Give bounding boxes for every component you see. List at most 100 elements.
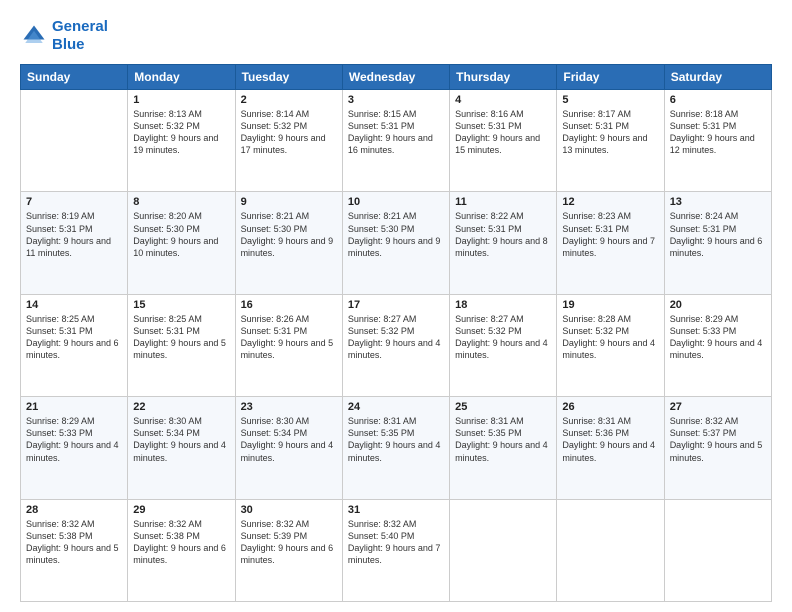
calendar-cell: 5 Sunrise: 8:17 AMSunset: 5:31 PMDaylight… — [557, 90, 664, 192]
cell-info: Sunrise: 8:17 AMSunset: 5:31 PMDaylight:… — [562, 108, 658, 157]
calendar-cell: 17Sunrise: 8:27 AMSunset: 5:32 PMDayligh… — [342, 294, 449, 396]
cell-info: Sunrise: 8:31 AMSunset: 5:35 PMDaylight:… — [455, 415, 551, 464]
calendar-cell: 9 Sunrise: 8:21 AMSunset: 5:30 PMDaylight… — [235, 192, 342, 294]
day-number: 31 — [348, 504, 444, 516]
cell-info: Sunrise: 8:20 AMSunset: 5:30 PMDaylight:… — [133, 210, 229, 259]
calendar-cell: 18Sunrise: 8:27 AMSunset: 5:32 PMDayligh… — [450, 294, 557, 396]
cell-info: Sunrise: 8:26 AMSunset: 5:31 PMDaylight:… — [241, 313, 337, 362]
calendar-cell: 16 Sunrise: 8:26 AMSunset: 5:31 PMDayligh… — [235, 294, 342, 396]
cell-info: Sunrise: 8:13 AMSunset: 5:32 PMDaylight:… — [133, 108, 229, 157]
cell-info: Sunrise: 8:14 AMSunset: 5:32 PMDaylight:… — [241, 108, 337, 157]
day-number: 11 — [455, 196, 551, 208]
day-number: 24 — [348, 401, 444, 413]
day-number: 12 — [562, 196, 658, 208]
day-number: 19 — [562, 299, 658, 311]
day-number: 8 — [133, 196, 229, 208]
calendar-cell: 21Sunrise: 8:29 AMSunset: 5:33 PMDayligh… — [21, 397, 128, 499]
day-number: 3 — [348, 94, 444, 106]
calendar-cell: 4 Sunrise: 8:16 AMSunset: 5:31 PMDaylight… — [450, 90, 557, 192]
calendar-table: SundayMondayTuesdayWednesdayThursdayFrid… — [20, 64, 772, 602]
cell-info: Sunrise: 8:25 AMSunset: 5:31 PMDaylight:… — [133, 313, 229, 362]
day-number: 22 — [133, 401, 229, 413]
cell-info: Sunrise: 8:31 AMSunset: 5:36 PMDaylight:… — [562, 415, 658, 464]
cell-info: Sunrise: 8:27 AMSunset: 5:32 PMDaylight:… — [348, 313, 444, 362]
day-number: 16 — [241, 299, 337, 311]
calendar-week-2: 7 Sunrise: 8:19 AMSunset: 5:31 PMDaylight… — [21, 192, 772, 294]
day-number: 30 — [241, 504, 337, 516]
cell-info: Sunrise: 8:32 AMSunset: 5:40 PMDaylight:… — [348, 518, 444, 567]
cell-info: Sunrise: 8:21 AMSunset: 5:30 PMDaylight:… — [348, 210, 444, 259]
cell-info: Sunrise: 8:24 AMSunset: 5:31 PMDaylight:… — [670, 210, 766, 259]
header: General Blue — [20, 18, 772, 54]
calendar-cell: 3 Sunrise: 8:15 AMSunset: 5:31 PMDaylight… — [342, 90, 449, 192]
cell-info: Sunrise: 8:16 AMSunset: 5:31 PMDaylight:… — [455, 108, 551, 157]
calendar-cell: 31 Sunrise: 8:32 AMSunset: 5:40 PMDayligh… — [342, 499, 449, 601]
day-number: 20 — [670, 299, 766, 311]
calendar-cell: 14Sunrise: 8:25 AMSunset: 5:31 PMDayligh… — [21, 294, 128, 396]
day-header-friday: Friday — [557, 65, 664, 90]
cell-info: Sunrise: 8:18 AMSunset: 5:31 PMDaylight:… — [670, 108, 766, 157]
calendar-cell: 29 Sunrise: 8:32 AMSunset: 5:38 PMDayligh… — [128, 499, 235, 601]
day-number: 21 — [26, 401, 122, 413]
calendar-header-row: SundayMondayTuesdayWednesdayThursdayFrid… — [21, 65, 772, 90]
calendar-cell: 2 Sunrise: 8:14 AMSunset: 5:32 PMDaylight… — [235, 90, 342, 192]
calendar-cell — [21, 90, 128, 192]
cell-info: Sunrise: 8:32 AMSunset: 5:37 PMDaylight:… — [670, 415, 766, 464]
calendar-cell: 27 Sunrise: 8:32 AMSunset: 5:37 PMDayligh… — [664, 397, 771, 499]
cell-info: Sunrise: 8:23 AMSunset: 5:31 PMDaylight:… — [562, 210, 658, 259]
logo-icon — [20, 22, 48, 50]
calendar-cell: 25 Sunrise: 8:31 AMSunset: 5:35 PMDayligh… — [450, 397, 557, 499]
day-number: 13 — [670, 196, 766, 208]
day-number: 23 — [241, 401, 337, 413]
calendar-cell: 12 Sunrise: 8:23 AMSunset: 5:31 PMDayligh… — [557, 192, 664, 294]
calendar-cell: 1 Sunrise: 8:13 AMSunset: 5:32 PMDaylight… — [128, 90, 235, 192]
day-number: 2 — [241, 94, 337, 106]
day-header-tuesday: Tuesday — [235, 65, 342, 90]
day-number: 9 — [241, 196, 337, 208]
cell-info: Sunrise: 8:29 AMSunset: 5:33 PMDaylight:… — [670, 313, 766, 362]
day-number: 25 — [455, 401, 551, 413]
logo: General Blue — [20, 18, 108, 54]
calendar-cell: 22Sunrise: 8:30 AMSunset: 5:34 PMDayligh… — [128, 397, 235, 499]
day-number: 7 — [26, 196, 122, 208]
day-number: 29 — [133, 504, 229, 516]
day-header-sunday: Sunday — [21, 65, 128, 90]
calendar-cell: 11 Sunrise: 8:22 AMSunset: 5:31 PMDayligh… — [450, 192, 557, 294]
day-number: 4 — [455, 94, 551, 106]
cell-info: Sunrise: 8:28 AMSunset: 5:32 PMDaylight:… — [562, 313, 658, 362]
calendar-cell: 19 Sunrise: 8:28 AMSunset: 5:32 PMDayligh… — [557, 294, 664, 396]
calendar-cell: 6 Sunrise: 8:18 AMSunset: 5:31 PMDaylight… — [664, 90, 771, 192]
calendar-cell: 23Sunrise: 8:30 AMSunset: 5:34 PMDayligh… — [235, 397, 342, 499]
cell-info: Sunrise: 8:15 AMSunset: 5:31 PMDaylight:… — [348, 108, 444, 157]
calendar-cell: 15Sunrise: 8:25 AMSunset: 5:31 PMDayligh… — [128, 294, 235, 396]
day-number: 28 — [26, 504, 122, 516]
calendar-cell: 30 Sunrise: 8:32 AMSunset: 5:39 PMDayligh… — [235, 499, 342, 601]
cell-info: Sunrise: 8:21 AMSunset: 5:30 PMDaylight:… — [241, 210, 337, 259]
cell-info: Sunrise: 8:32 AMSunset: 5:39 PMDaylight:… — [241, 518, 337, 567]
day-number: 6 — [670, 94, 766, 106]
calendar-cell: 7 Sunrise: 8:19 AMSunset: 5:31 PMDaylight… — [21, 192, 128, 294]
day-number: 27 — [670, 401, 766, 413]
calendar-cell: 28 Sunrise: 8:32 AMSunset: 5:38 PMDayligh… — [21, 499, 128, 601]
cell-info: Sunrise: 8:22 AMSunset: 5:31 PMDaylight:… — [455, 210, 551, 259]
day-header-wednesday: Wednesday — [342, 65, 449, 90]
calendar-cell — [664, 499, 771, 601]
calendar-cell: 13 Sunrise: 8:24 AMSunset: 5:31 PMDayligh… — [664, 192, 771, 294]
calendar-week-4: 21Sunrise: 8:29 AMSunset: 5:33 PMDayligh… — [21, 397, 772, 499]
calendar-cell — [450, 499, 557, 601]
day-number: 1 — [133, 94, 229, 106]
calendar-cell: 20 Sunrise: 8:29 AMSunset: 5:33 PMDayligh… — [664, 294, 771, 396]
day-header-thursday: Thursday — [450, 65, 557, 90]
calendar-week-3: 14 Sunrise: 8:25 AMSunset: 5:31 PMDayligh… — [21, 294, 772, 396]
cell-info: Sunrise: 8:31 AMSunset: 5:35 PMDaylight:… — [348, 415, 444, 464]
cell-info: Sunrise: 8:32 AMSunset: 5:38 PMDaylight:… — [26, 518, 122, 567]
cell-info: Sunrise: 8:32 AMSunset: 5:38 PMDaylight:… — [133, 518, 229, 567]
day-number: 14 — [26, 299, 122, 311]
page: General Blue SundayMondayTuesdayWednesda… — [0, 0, 792, 612]
day-number: 10 — [348, 196, 444, 208]
logo-text: General Blue — [52, 18, 108, 54]
day-header-monday: Monday — [128, 65, 235, 90]
cell-info: Sunrise: 8:19 AMSunset: 5:31 PMDaylight:… — [26, 210, 122, 259]
day-number: 5 — [562, 94, 658, 106]
calendar-cell: 24 Sunrise: 8:31 AMSunset: 5:35 PMDayligh… — [342, 397, 449, 499]
